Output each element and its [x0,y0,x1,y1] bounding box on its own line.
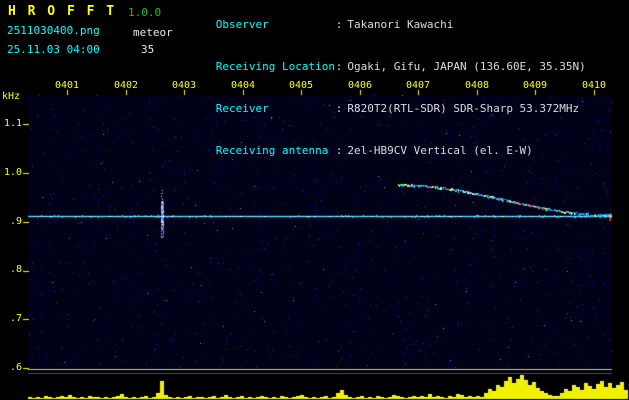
info-row-receiver: Receiver: R820T2(RTL-SDR) SDR-Sharp 53.37… [176,88,586,130]
echo-count: 35 [141,43,155,56]
y-tick-label: .9 [9,216,22,227]
app-version: 1.0.0 [128,6,162,19]
info-colon: : [335,18,343,31]
app-title: H R O F F T [8,4,117,19]
info-row-antenna: Receiving antenna:2el-HB9CV Vertical (el… [176,130,586,172]
x-tick-label: 0408 [464,80,490,91]
info-colon: : [335,60,343,73]
info-row-observer: Observer: Takanori Kawachi [176,4,586,46]
x-tick-label: 0404 [230,80,256,91]
info-label: Observer [215,18,269,31]
x-tick-label: 0410 [581,80,607,91]
info-value: 2el-HB9CV Vertical (el. E-W) [347,144,533,157]
info-value: R820T2(RTL-SDR) SDR-Sharp 53.372MHz [347,102,580,115]
x-tick-label: 0403 [171,80,197,91]
x-tick-label: 0402 [113,80,139,91]
y-tick-label: .8 [9,264,22,275]
info-colon: : [335,102,343,115]
info-label: Receiving Location [215,60,335,73]
mode-label: meteor [133,26,173,39]
info-value: Takanori Kawachi [347,18,454,31]
y-tick-label: .7 [9,313,22,324]
info-value: Ogaki, Gifu, JAPAN (136.60E, 35.35N) [347,60,586,73]
y-tick-label: .6 [9,362,22,373]
y-axis-unit: kHz [2,91,21,102]
x-tick-label: 0409 [522,80,548,91]
x-tick-label: 0407 [405,80,431,91]
x-tick-label: 0401 [54,80,80,91]
datetime-label: 25.11.03 04:00 [7,43,100,56]
hrofft-screen: H R O F F T 1.0.0 2511030400.png meteor … [0,0,629,400]
x-tick-label: 0406 [347,80,373,91]
y-tick-label: 1.1 [3,118,22,129]
info-label: Receiver [215,102,269,115]
y-tick-label: 1.0 [3,167,22,178]
x-tick-label: 0405 [288,80,314,91]
info-colon: : [335,144,343,157]
output-filename: 2511030400.png [7,24,100,37]
info-label: Receiving antenna [215,144,329,157]
